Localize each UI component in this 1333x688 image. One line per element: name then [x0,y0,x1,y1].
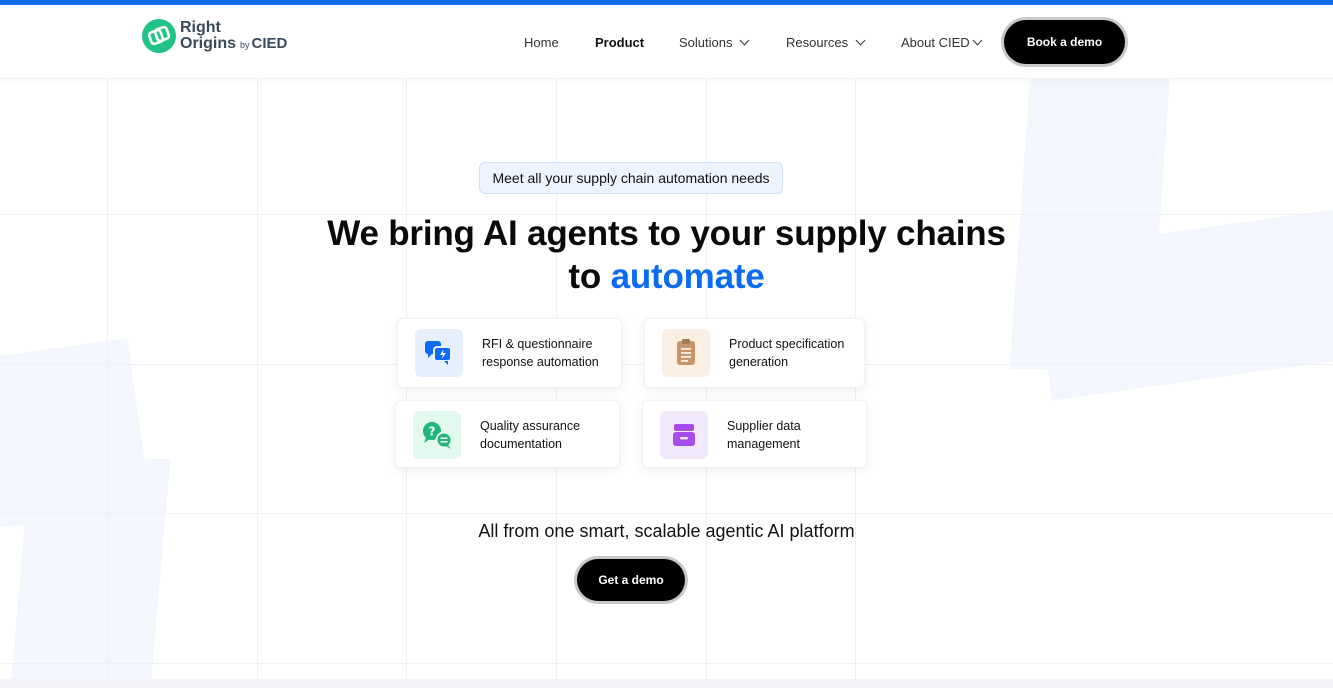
chevron-down-icon [740,35,750,46]
hero-headline-line2: to automate [0,257,1333,297]
feature-card-product-spec[interactable]: Product specification generation [644,318,865,388]
question-chat-icon: ? [413,411,461,459]
feature-card-text: Product specification generation [729,335,859,371]
site-header: Right Origins by CIED Home Product Solutio… [0,5,1333,79]
feature-title-line1: Product specification [729,337,845,351]
hero-headline-line1: We bring AI agents to your supply chains [327,214,1006,253]
brand-by: by [240,39,250,50]
nav-home[interactable]: Home [524,35,559,50]
chevron-down-icon [855,35,866,46]
feature-title-line2: response automation [482,355,599,369]
feature-title-line1: RFI & questionnaire [482,337,593,351]
feature-title-line2: management [727,437,800,451]
feature-card-supplier[interactable]: Supplier data management [642,400,867,468]
feature-title-line1: Quality assurance [480,419,581,433]
chevron-down-icon [972,35,983,46]
feature-card-quality[interactable]: ? Quality assurance documentation [395,400,620,468]
brand-logo[interactable]: Right Origins by CIED [142,19,287,53]
feature-card-rfi[interactable]: RFI & questionnaire response automation [397,318,622,388]
book-demo-button[interactable]: Book a demo [1004,20,1125,64]
feature-title-line2: generation [729,355,789,369]
get-demo-button[interactable]: Get a demo [577,559,685,601]
nav-about-label: About CIED [901,35,970,50]
section-divider [0,679,1333,688]
chat-bolt-icon [415,329,463,377]
link-chain-icon [142,19,176,53]
nav-resources-label: Resources [786,35,849,50]
hero-headline-prefix: to [568,257,611,296]
nav-about[interactable]: About CIED [901,35,983,50]
feature-card-text: Supplier data management [727,417,857,453]
hero-headline-accent: automate [610,257,765,296]
nav-solutions-label: Solutions [679,35,733,50]
archive-box-icon [660,411,708,459]
nav-solutions[interactable]: Solutions [679,35,750,50]
nav-product-label: Product [595,35,645,50]
feature-card-text: Quality assurance documentation [480,417,610,453]
nav-resources[interactable]: Resources [786,35,866,50]
brand-name-line2: Origins [180,34,237,52]
nav-product[interactable]: Product [595,35,644,50]
brand-parent: CIED [251,34,288,52]
feature-title-line1: Supplier data [727,419,801,433]
clipboard-icon [662,329,710,377]
hero-pill: Meet all your supply chain automation ne… [479,162,783,194]
brand-name-line1: Right [180,18,221,36]
svg-text:?: ? [429,425,436,439]
feature-card-text: RFI & questionnaire response automation [482,335,612,371]
feature-title-line2: documentation [480,437,563,451]
hero-tagline: All from one smart, scalable agentic AI … [478,521,855,541]
nav-home-label: Home [524,35,559,50]
